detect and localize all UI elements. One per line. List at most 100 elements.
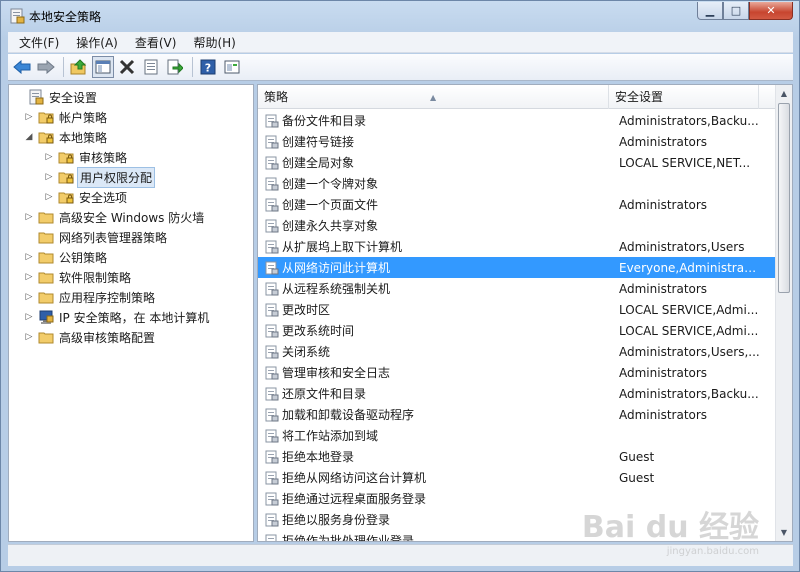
scroll-down-button[interactable]: ▼ xyxy=(776,524,792,541)
expand-icon[interactable]: ▷ xyxy=(43,172,55,182)
tree-item[interactable]: 安全设置 xyxy=(13,87,99,107)
menu-action[interactable]: 操作(A) xyxy=(70,34,124,51)
policy-icon xyxy=(265,450,279,463)
expand-icon[interactable]: ▷ xyxy=(23,312,35,322)
folder-lock-icon xyxy=(58,152,74,164)
console-tree[interactable]: 安全设置 ▷ 帐户策略 ◢ 本地策略 ▷ 审核策略 ▷ 用户权限分配 ▷ 安全选项 ▷ 高级安全 Win… xyxy=(8,84,254,542)
policy-name: 加载和卸载设备驱动程序 xyxy=(282,408,415,422)
column-header-setting-label: 安全设置 xyxy=(615,90,664,104)
policy-name: 拒绝以服务身份登录 xyxy=(282,513,391,527)
policy-setting: Administrators,Backu... xyxy=(619,386,759,401)
tree-item[interactable]: ▷ 公钥策略 xyxy=(23,247,109,267)
policy-row[interactable]: 备份文件和目录 Administrators,Backu... xyxy=(258,110,776,131)
toolbar-separator xyxy=(63,57,64,77)
policy-icon xyxy=(265,156,279,169)
policy-row[interactable]: 还原文件和目录 Administrators,Backu... xyxy=(258,383,776,404)
policy-row[interactable]: 创建永久共享对象 xyxy=(258,215,776,236)
policy-icon xyxy=(265,429,279,442)
policy-row[interactable]: 加载和卸载设备驱动程序 Administrators xyxy=(258,404,776,425)
tree-item[interactable]: ▷ 软件限制策略 xyxy=(23,267,133,287)
minimize-button[interactable]: ▁ xyxy=(697,2,723,20)
show-tree-button[interactable] xyxy=(92,56,114,78)
list-header: 策略 ▲ 安全设置 xyxy=(258,85,776,109)
menu-help[interactable]: 帮助(H) xyxy=(187,34,241,51)
policy-name: 更改时区 xyxy=(282,303,331,317)
tree-item[interactable]: 网络列表管理器策略 xyxy=(23,227,169,247)
watermark-brand: Bai du 经验 xyxy=(581,510,759,545)
policy-row[interactable]: 从远程系统强制关机 Administrators xyxy=(258,278,776,299)
tree-item[interactable]: ▷ 高级审核策略配置 xyxy=(23,327,157,347)
expand-icon[interactable]: ▷ xyxy=(23,212,35,222)
policy-row[interactable]: 创建符号链接 Administrators xyxy=(258,131,776,152)
policy-row[interactable]: 管理审核和安全日志 Administrators xyxy=(258,362,776,383)
policy-row[interactable]: 从扩展坞上取下计算机 Administrators,Users xyxy=(258,236,776,257)
tree-item[interactable]: ▷ IP 安全策略，在 本地计算机 xyxy=(23,307,211,327)
tree-item[interactable]: ◢ 本地策略 xyxy=(23,127,109,147)
menu-file[interactable]: 文件(F) xyxy=(13,34,65,51)
policy-row[interactable]: 更改时区 LOCAL SERVICE,Admi... xyxy=(258,299,776,320)
policy-icon xyxy=(265,282,279,295)
properties-icon xyxy=(144,59,158,75)
collapse-icon[interactable]: ◢ xyxy=(23,132,35,142)
tree-item[interactable]: ▷ 高级安全 Windows 防火墙 xyxy=(23,207,206,227)
title-bar[interactable]: 本地安全策略 ▁ □ ✕ xyxy=(1,1,799,31)
tree-item[interactable]: ▷ 安全选项 xyxy=(43,187,129,207)
maximize-button[interactable]: □ xyxy=(723,2,749,20)
expand-icon[interactable]: ▷ xyxy=(23,292,35,302)
policy-row[interactable]: 将工作站添加到域 xyxy=(258,425,776,446)
policy-row[interactable]: 拒绝本地登录 Guest xyxy=(258,446,776,467)
policy-setting: Administrators xyxy=(619,197,708,212)
policy-icon xyxy=(265,366,279,379)
column-header-setting[interactable]: 安全设置 xyxy=(609,85,759,109)
policy-setting: Administrators xyxy=(619,281,708,296)
toolbar: ? xyxy=(8,54,793,81)
forward-button[interactable] xyxy=(35,56,57,78)
policy-name: 从网络访问此计算机 xyxy=(282,261,391,275)
delete-button[interactable] xyxy=(116,56,138,78)
policy-icon xyxy=(265,534,277,541)
minimize-icon: ▁ xyxy=(705,4,715,17)
close-button[interactable]: ✕ xyxy=(749,2,793,20)
policy-row[interactable]: 创建全局对象 LOCAL SERVICE,NET... xyxy=(258,152,776,173)
tree-item[interactable]: ▷ 审核策略 xyxy=(43,147,129,167)
policy-row[interactable]: 从网络访问此计算机 Everyone,Administrat... xyxy=(258,257,776,278)
scroll-up-button[interactable]: ▲ xyxy=(776,85,792,102)
policy-setting: LOCAL SERVICE,Admi... xyxy=(619,323,759,338)
back-button[interactable] xyxy=(11,56,33,78)
expand-icon[interactable]: ▷ xyxy=(23,332,35,342)
expand-icon[interactable]: ▷ xyxy=(43,152,55,162)
tree-item[interactable]: ▷ 应用程序控制策略 xyxy=(23,287,157,307)
policy-name: 拒绝从网络访问这台计算机 xyxy=(282,471,427,485)
sort-ascending-icon: ▲ xyxy=(430,93,437,102)
policy-icon xyxy=(265,492,279,505)
expand-icon[interactable]: ▷ xyxy=(43,192,55,202)
policy-row[interactable]: 更改系统时间 LOCAL SERVICE,Admi... xyxy=(258,320,776,341)
expand-icon[interactable]: ▷ xyxy=(23,112,35,122)
menu-view[interactable]: 查看(V) xyxy=(129,34,183,51)
policy-row[interactable]: 关闭系统 Administrators,Users,... xyxy=(258,341,776,362)
properties-button[interactable] xyxy=(140,56,162,78)
policy-row[interactable]: 拒绝从网络访问这台计算机 Guest xyxy=(258,467,776,488)
scrollbar-thumb[interactable] xyxy=(778,103,790,293)
column-header-policy[interactable]: 策略 ▲ xyxy=(258,85,609,109)
policy-icon xyxy=(265,324,279,337)
export-button[interactable] xyxy=(164,56,186,78)
policy-icon xyxy=(265,345,279,358)
expand-icon[interactable]: ▷ xyxy=(23,272,35,282)
up-folder-button[interactable] xyxy=(68,56,90,78)
tree-item-label: 应用程序控制策略 xyxy=(59,290,156,305)
help-button[interactable]: ? xyxy=(197,56,219,78)
close-icon: ✕ xyxy=(766,4,776,17)
policy-row[interactable]: 创建一个页面文件 Administrators xyxy=(258,194,776,215)
policy-setting: Guest xyxy=(619,470,655,485)
folder-icon xyxy=(38,272,54,284)
policy-icon xyxy=(265,219,279,232)
vertical-scrollbar[interactable]: ▲ ▼ xyxy=(775,85,792,541)
tree-item[interactable]: ▷ 帐户策略 xyxy=(23,107,109,127)
policy-row[interactable]: 创建一个令牌对象 xyxy=(258,173,776,194)
tree-item[interactable]: ▷ 用户权限分配 xyxy=(43,166,156,188)
tree-item-label: 网络列表管理器策略 xyxy=(59,230,168,245)
mmc-button[interactable] xyxy=(221,56,243,78)
policy-setting: LOCAL SERVICE,NET... xyxy=(619,155,751,170)
expand-icon[interactable]: ▷ xyxy=(23,252,35,262)
